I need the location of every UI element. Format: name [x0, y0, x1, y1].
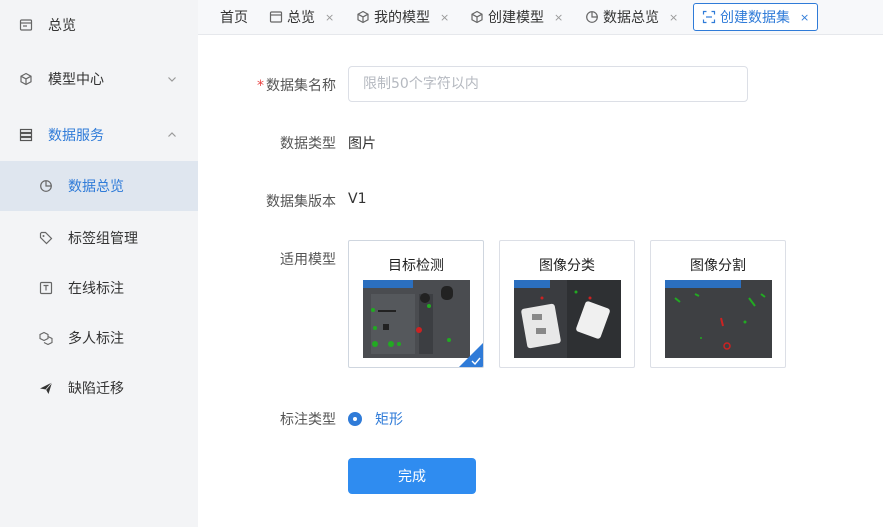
sidebar-item-label: 模型中心 — [48, 72, 104, 88]
image-classification-thumbnail — [514, 280, 621, 358]
chevron-up-icon — [166, 129, 178, 141]
text-box-icon — [38, 280, 54, 296]
tab-label: 创建数据集 — [720, 10, 790, 26]
sidebar-item-label: 缺陷迁移 — [68, 381, 124, 397]
tab-data-overview[interactable]: 数据总览 × — [585, 3, 678, 31]
model-card-title: 目标检测 — [388, 258, 444, 274]
sidebar-item-defect-migration[interactable]: 缺陷迁移 — [0, 363, 198, 413]
sidebar-item-overview[interactable]: 总览 — [0, 0, 198, 50]
radio-rectangle-label[interactable]: 矩形 — [375, 409, 403, 429]
cube-icon — [18, 71, 34, 87]
send-icon — [38, 380, 54, 396]
scan-frame-icon — [702, 10, 716, 24]
dataset-name-label: * 数据集名称 — [257, 78, 336, 94]
close-icon[interactable]: × — [440, 11, 449, 24]
sidebar: 总览 模型中心 数据服务 数据总览 标签组管理 在线标注 多人标注 缺陷迁移 — [0, 0, 198, 527]
sidebar-item-tag-group[interactable]: 标签组管理 — [0, 213, 198, 263]
dataset-version-label: 数据集版本 — [266, 194, 336, 210]
cube-icon — [470, 10, 484, 24]
cube-icon — [356, 10, 370, 24]
submit-button[interactable]: 完成 — [348, 458, 476, 494]
close-icon[interactable]: × — [554, 11, 563, 24]
tab-label: 总览 — [287, 10, 315, 26]
image-segmentation-thumbnail — [665, 280, 772, 358]
sidebar-item-label: 在线标注 — [68, 281, 124, 297]
data-type-label: 数据类型 — [280, 136, 336, 152]
checkmark-icon — [471, 357, 481, 365]
close-icon[interactable]: × — [669, 11, 678, 24]
multi-cube-icon — [38, 330, 54, 346]
overview-icon — [18, 17, 34, 33]
close-icon[interactable]: × — [800, 11, 809, 24]
app-root: 总览 模型中心 数据服务 数据总览 标签组管理 在线标注 多人标注 缺陷迁移 首… — [0, 0, 883, 527]
required-mark: * — [257, 78, 264, 94]
tab-overview[interactable]: 总览 × — [269, 3, 334, 31]
chevron-down-icon — [166, 73, 178, 85]
sidebar-item-label: 多人标注 — [68, 331, 124, 347]
tab-home[interactable]: 首页 — [220, 3, 248, 31]
sidebar-item-model-center[interactable]: 模型中心 — [0, 54, 198, 104]
close-icon[interactable]: × — [325, 11, 334, 24]
database-icon — [18, 127, 34, 143]
sidebar-item-data-overview[interactable]: 数据总览 — [0, 161, 198, 211]
overview-icon — [269, 10, 283, 24]
dataset-name-input[interactable] — [348, 66, 748, 102]
sidebar-item-multi-annotation[interactable]: 多人标注 — [0, 313, 198, 363]
tab-label: 我的模型 — [374, 10, 430, 26]
sidebar-item-data-service[interactable]: 数据服务 — [0, 110, 198, 160]
tab-label: 首页 — [220, 10, 248, 26]
tab-label: 创建模型 — [488, 10, 544, 26]
pie-chart-icon — [585, 10, 599, 24]
sidebar-item-label: 标签组管理 — [68, 231, 138, 247]
tab-create-dataset[interactable]: 创建数据集 × — [693, 3, 819, 31]
model-card-object-detection[interactable]: 目标检测 — [348, 240, 484, 368]
radio-rectangle[interactable] — [348, 412, 362, 426]
object-detection-thumbnail — [363, 280, 470, 358]
tab-my-models[interactable]: 我的模型 × — [356, 3, 449, 31]
data-type-value: 图片 — [348, 136, 376, 152]
tag-icon — [38, 230, 54, 246]
model-card-image-segmentation[interactable]: 图像分割 — [650, 240, 786, 368]
dataset-version-value: V1 — [348, 191, 367, 207]
model-card-title: 图像分割 — [690, 258, 746, 274]
tab-bar: 首页 总览 × 我的模型 × 创建模型 × 数据总览 × 创建数据集 × — [198, 0, 883, 35]
tab-label: 数据总览 — [603, 10, 659, 26]
tab-create-model[interactable]: 创建模型 × — [470, 3, 563, 31]
annotation-type-label: 标注类型 — [280, 412, 336, 428]
sidebar-item-online-annotation[interactable]: 在线标注 — [0, 263, 198, 313]
applicable-model-label: 适用模型 — [280, 252, 336, 268]
sidebar-item-label: 数据服务 — [48, 128, 104, 144]
sidebar-item-label: 数据总览 — [68, 179, 124, 195]
pie-chart-icon — [38, 178, 54, 194]
model-card-image-classification[interactable]: 图像分类 — [499, 240, 635, 368]
model-card-title: 图像分类 — [539, 258, 595, 274]
sidebar-item-label: 总览 — [48, 18, 76, 34]
